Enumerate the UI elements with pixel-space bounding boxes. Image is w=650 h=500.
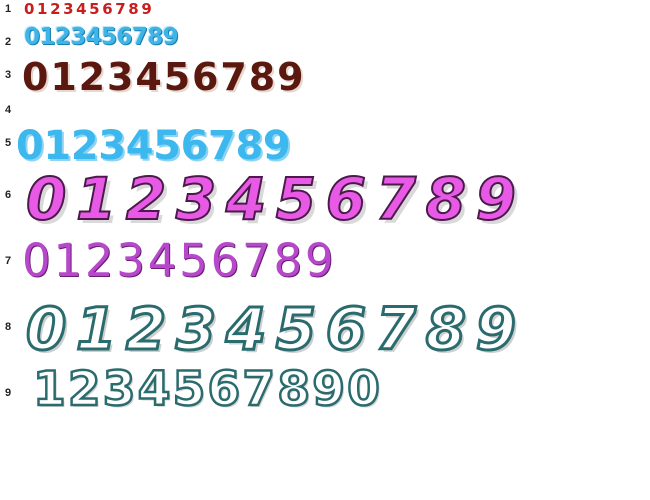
row-number: 8 [5,321,12,333]
row-number: 5 [5,137,12,149]
digit-sample-light-blue: 0123456789 [24,24,179,50]
digit-sample-bright-blue: 0123456789 [16,123,291,169]
row-number: 3 [5,69,12,81]
digit-sample-teal-outline-cartoon: 0123456789 [25,295,526,363]
digit-sample-thin-magenta: 0123456789 [22,234,337,287]
row-number: 7 [5,255,12,267]
row-number: 6 [5,189,12,201]
digit-sample-pink-cartoon: 0123456789 [25,165,526,233]
digit-sample-teal-outline: 1234567890 [32,362,383,417]
row-number: 1 [5,3,12,15]
row-number: 9 [5,387,12,399]
row-number: 2 [5,36,12,48]
digit-sample-dark-brown: 0123456789 [22,55,306,99]
row-number: 4 [5,104,12,116]
digit-sample-red-small: 0123456789 [24,0,155,18]
